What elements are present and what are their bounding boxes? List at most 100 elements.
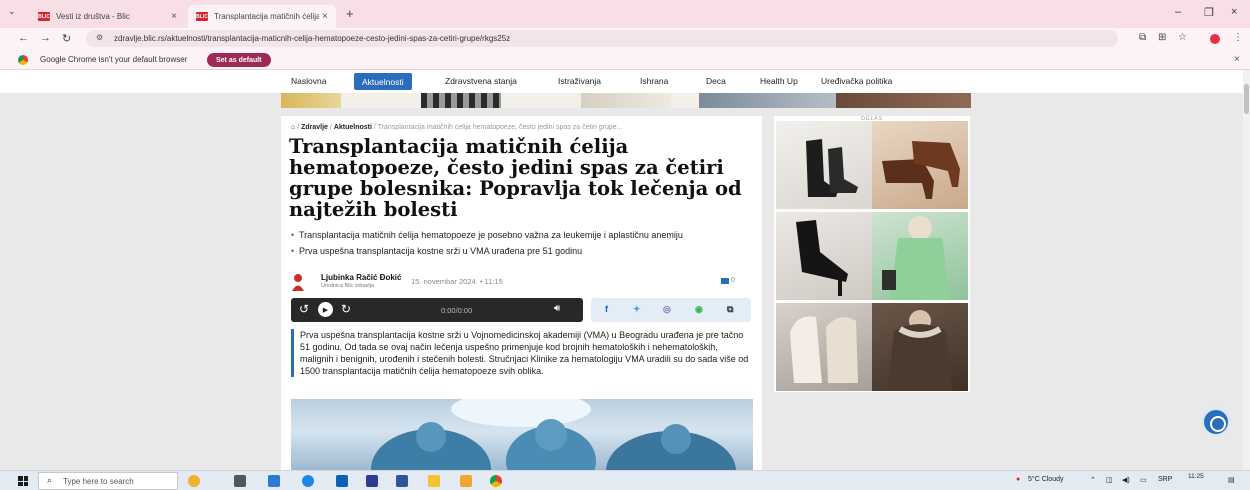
ad-panel[interactable]: OGLAS [774,116,970,392]
url-bar[interactable]: ⚙ zdravlje.blic.rs/aktuelnosti/transplan… [86,30,1118,47]
nav-item-uredjivacka-politika[interactable]: Uređivačka politika [821,76,892,86]
ad-tile[interactable] [872,121,968,209]
edge-icon[interactable] [268,475,280,487]
task-view-icon[interactable] [234,475,246,487]
close-infobar-icon[interactable]: × [1234,54,1240,65]
site-info-icon[interactable]: ⚙ [96,33,103,42]
menu-icon[interactable]: ⋮ [1233,32,1243,43]
forward-icon[interactable]: → [40,32,51,44]
nav-item-naslovna[interactable]: Naslovna [291,76,326,86]
back-icon[interactable]: ← [18,32,29,44]
chrome-logo-icon [18,55,28,65]
rewind-icon[interactable]: ↺ [299,302,309,316]
chat-icon[interactable] [1201,407,1231,437]
app-icon[interactable] [366,475,378,487]
restore-icon[interactable]: ❐ [1204,6,1214,19]
word-icon[interactable] [396,475,408,487]
close-tab-icon[interactable]: × [171,11,177,22]
search-icon: ⌕ [47,475,53,485]
breadcrumb-zdravlje[interactable]: Zdravlje [301,124,328,131]
ad-tile[interactable] [776,121,872,209]
notifications-icon[interactable]: ▤ [1228,476,1235,484]
tab-transplantacija[interactable]: BLIC Transplantacija matičnih ćelija × [188,5,336,28]
black-heels-image [796,220,848,296]
tab-search-icon[interactable]: ⌄ [8,6,16,17]
share-bar: f ✦ ◎ ◉ ⧉ [591,298,751,322]
strip-photo [581,93,671,108]
blic-favicon-icon: BLIC [38,12,50,21]
ad-tile[interactable] [776,212,872,300]
highlight-item: Prva uspešna transplantacija kostne srži… [291,246,751,258]
nav-item-health-up[interactable]: Health Up [760,76,798,86]
profile-avatar[interactable] [1210,34,1220,44]
nav-item-istrazivanja[interactable]: Istraživanja [558,76,601,86]
author-row: Ljubinka Račić Đokić Urednica Blic zdrav… [291,273,756,291]
comment-count[interactable]: 0 [731,277,735,284]
chrome-taskbar-icon[interactable] [490,475,502,487]
tray-chevron-icon[interactable]: ⌃ [1090,476,1096,484]
strip-photo [421,93,501,108]
nav-item-zdravstvena-stanja[interactable]: Zdravstvena stanja [445,76,517,86]
page-scrollbar[interactable] [1243,70,1250,470]
reload-icon[interactable]: ↻ [62,32,71,45]
author-name[interactable]: Ljubinka Račić Đokić [321,273,401,282]
tab-vesti[interactable]: BLIC Vesti iz društva - Blic × [30,5,185,28]
article-headline: Transplantacija matičnih ćelija hematopo… [289,135,742,221]
nav-item-aktuelnosti[interactable]: Aktuelnosti [354,73,412,90]
ad-tile[interactable] [776,303,872,391]
widgets-icon[interactable] [188,475,200,487]
new-tab-button[interactable]: + [346,6,354,21]
cast-icon[interactable]: ⧉ [1139,32,1146,43]
windows-taskbar: ⌕ Type here to search ● 5°C Cloudy ⌃ ◫ ◀… [0,470,1250,490]
set-default-button[interactable]: Set as default [207,53,271,67]
language-indicator[interactable]: SRP [1158,476,1172,483]
play-icon[interactable]: ▶ [318,302,333,317]
copy-icon[interactable]: ⧉ [727,304,733,315]
facebook-icon[interactable]: f [605,304,608,314]
taskbar-clock[interactable]: 11:25 [1188,473,1204,481]
home-icon[interactable]: ⌂ [291,124,295,131]
close-tab-icon[interactable]: × [322,11,328,22]
audio-player: ↺ ▶ ↻ 0:00/0:00 🔊︎ [291,298,583,322]
app-icon[interactable] [460,475,472,487]
tab-label: Transplantacija matičnih ćelija [214,12,319,21]
bookmark-star-icon[interactable]: ☆ [1178,32,1187,43]
top-photo-strip[interactable] [281,93,971,108]
url-text: zdravlje.blic.rs/aktuelnosti/transplanta… [114,34,511,43]
store-icon[interactable] [302,475,314,487]
whatsapp-icon[interactable]: ◉ [695,304,703,315]
article-card: ⌂ / Zdravlje / Aktuelnosti / Transplanta… [281,116,762,470]
author-avatar[interactable] [291,273,305,291]
speaker-icon[interactable]: ◀) [1122,476,1130,484]
volume-icon[interactable]: 🔊︎ [554,303,560,314]
file-explorer-icon[interactable] [428,475,440,487]
twitter-icon[interactable]: ✦ [633,304,641,315]
nav-item-deca[interactable]: Deca [706,76,726,86]
translate-icon[interactable]: ⊞ [1158,32,1166,43]
ad-tile[interactable] [872,212,968,300]
close-window-icon[interactable]: × [1231,6,1237,18]
highlight-item: Transplantacija matičnih ćelija hematopo… [291,230,751,242]
ad-tile[interactable] [872,303,968,391]
windows-start-icon[interactable] [18,476,28,486]
scrollbar-thumb[interactable] [1244,84,1249,114]
nav-item-ishrana[interactable]: Ishrana [640,76,668,86]
surgery-photo [371,399,736,470]
viber-icon[interactable]: ◎ [663,304,671,315]
strip-photo [281,93,341,108]
tab-label: Vesti iz društva - Blic [56,12,130,21]
weather-text[interactable]: 5°C Cloudy [1028,476,1063,483]
breadcrumb-aktuelnosti[interactable]: Aktuelnosti [334,124,372,131]
default-browser-infobar: Google Chrome isn't your default browser… [0,50,1250,70]
publish-date: 15. novembar 2024. • 11:15 [411,277,503,286]
comment-icon[interactable] [721,278,729,284]
date-separator: • [479,277,483,286]
page-viewport: Naslovna Aktuelnosti Zdravstvena stanja … [0,70,1243,470]
mail-icon[interactable] [336,475,348,487]
minimize-icon[interactable]: – [1175,6,1181,18]
battery-icon[interactable]: ▭ [1140,476,1147,484]
taskbar-search[interactable]: ⌕ Type here to search [38,472,178,490]
clock-time: 11:25 [1188,473,1204,480]
forward-icon[interactable]: ↻ [341,302,351,316]
network-icon[interactable]: ◫ [1106,476,1113,484]
